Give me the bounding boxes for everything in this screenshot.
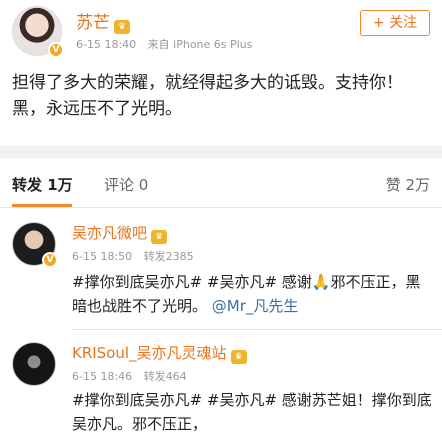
- repost-count: 转发2385: [143, 250, 194, 263]
- repost-text: #撑你到底吴亦凡# #吴亦凡# 感谢苏芒姐！撑你到底吴亦凡。邪不压正，: [72, 391, 432, 433]
- repost-text: #撑你到底吴亦凡# #吴亦凡# 感谢🙏邪不压正，黑暗也战胜不了光明。 @Mr_凡…: [72, 273, 421, 315]
- repost-date: 6-15 18:50: [72, 250, 133, 263]
- author-name[interactable]: 苏芒 ♛: [76, 8, 130, 34]
- repost-meta: 6-15 18:50 转发2385: [72, 248, 202, 264]
- tab-repost[interactable]: 转发 1万: [12, 174, 73, 195]
- repost-item: KRISoul_吴亦凡灵魂站 ♛ 6-15 18:46 转发464 #撑你到底吴亦…: [0, 330, 442, 434]
- repost-meta: 6-15 18:46 转发464: [72, 368, 195, 384]
- crown-icon: ♛: [230, 350, 247, 364]
- section-divider: [0, 146, 442, 158]
- tab-comment[interactable]: 评论 0: [104, 174, 148, 195]
- mention-link[interactable]: @Mr_凡先生: [212, 297, 299, 315]
- follow-button[interactable]: + 关注: [360, 10, 430, 36]
- verified-badge-icon: V: [48, 42, 64, 58]
- repost-item: V 吴亦凡微吧 ♛ 6-15 18:50 转发2385 #撑你到底吴亦凡# #吴亦…: [0, 208, 442, 330]
- post-text: 担得了多大的荣耀，就经得起多大的诋毁。支持你！黑，永远压不了光明。: [12, 73, 403, 119]
- post-meta: 6-15 18:40 来自 iPhone 6s Plus: [76, 36, 260, 52]
- crown-icon: ♛: [114, 20, 130, 34]
- post-source: 来自 iPhone 6s Plus: [147, 38, 253, 51]
- post-date: 6-15 18:40: [76, 38, 137, 51]
- interaction-tabs: 转发 1万 评论 0 赞 2万: [0, 158, 442, 208]
- repost-avatar[interactable]: [12, 342, 56, 386]
- active-tab-indicator: [12, 204, 72, 207]
- verified-badge-icon: V: [42, 252, 58, 268]
- repost-author-name[interactable]: KRISoul_吴亦凡灵魂站 ♛: [72, 342, 247, 364]
- tab-like[interactable]: 赞 2万: [386, 174, 430, 195]
- repost-author-name[interactable]: 吴亦凡微吧 ♛: [72, 222, 168, 244]
- repost-count: 转发464: [143, 370, 187, 383]
- crown-icon: ♛: [151, 230, 168, 244]
- repost-date: 6-15 18:46: [72, 370, 133, 383]
- original-post: V 苏芒 ♛ 6-15 18:40 来自 iPhone 6s Plus + 关注 …: [0, 0, 442, 146]
